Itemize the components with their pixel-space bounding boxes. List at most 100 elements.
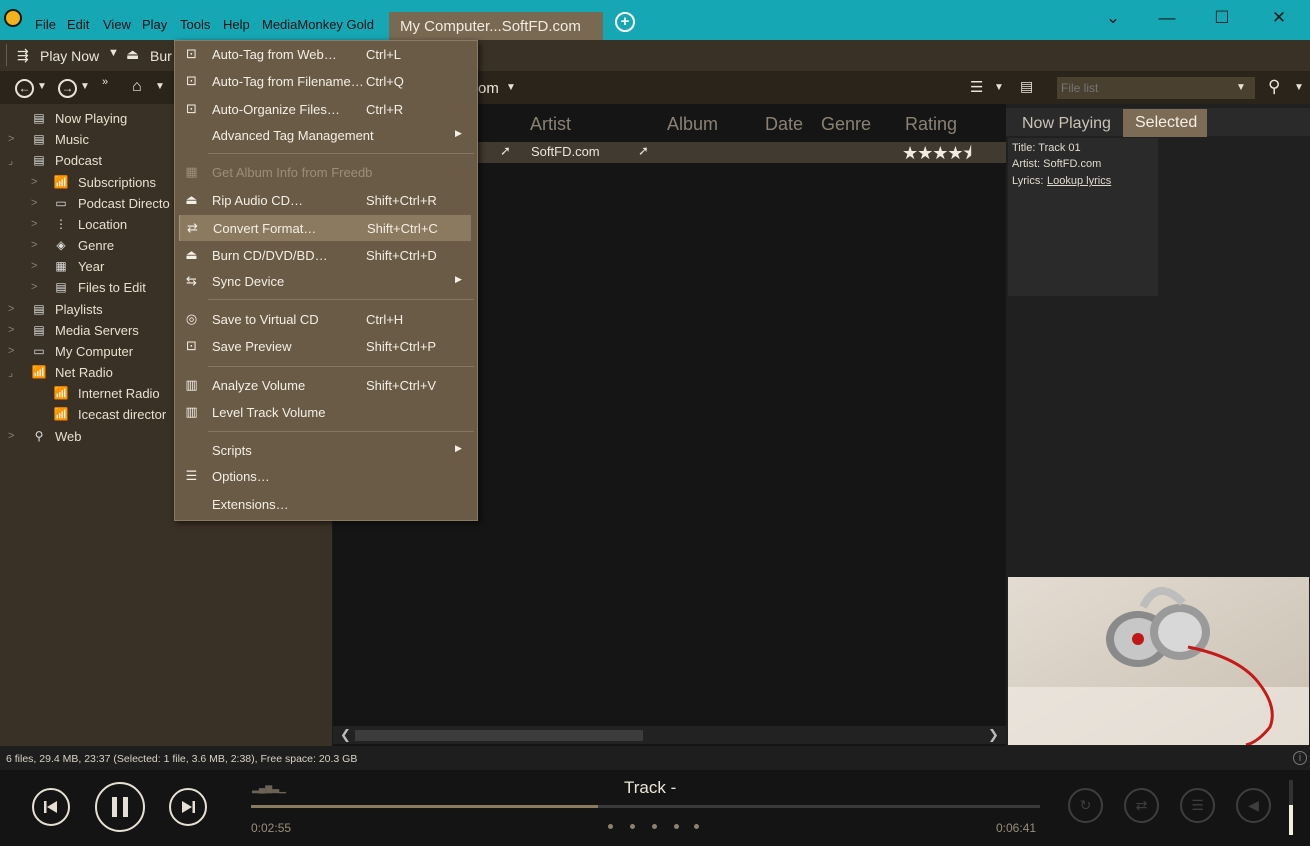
file-list-search-input[interactable] — [1057, 77, 1255, 99]
expand-chevron-icon[interactable]: > — [31, 176, 43, 188]
search-icon[interactable]: ⚲ — [1268, 77, 1280, 97]
tree-item-label: Web — [55, 429, 82, 444]
page-dot[interactable] — [652, 824, 657, 829]
menu-mediamonkey-gold[interactable]: MediaMonkey Gold — [262, 17, 374, 32]
expand-chevron-icon[interactable]: > — [8, 133, 20, 145]
menu-item[interactable]: ▦ Get Album Info from Freedb — [175, 159, 477, 185]
menu-tools[interactable]: Tools — [180, 17, 210, 32]
close-button[interactable]: ✕ — [1264, 7, 1294, 31]
forward-button[interactable]: → — [58, 79, 77, 98]
volume-icon[interactable]: ◀ — [1236, 788, 1271, 823]
menu-item-label: Convert Format… — [213, 221, 317, 236]
menu-item[interactable]: ⊡ Auto-Organize Files… Ctrl+R — [175, 96, 477, 122]
expand-chevron-icon[interactable]: > — [31, 197, 43, 209]
expand-chevron-icon[interactable]: ⌟ — [8, 366, 20, 379]
equalizer-icon[interactable]: ▂▄▆▃▁ — [252, 783, 286, 794]
column-genre[interactable]: Genre — [821, 114, 871, 135]
lookup-lyrics-link[interactable]: Lookup lyrics — [1047, 175, 1111, 187]
info-icon[interactable]: i — [1293, 751, 1307, 765]
menu-item[interactable]: Extensions… — [175, 491, 477, 517]
chevron-down-icon[interactable]: ▼ — [1236, 82, 1246, 93]
page-dot[interactable] — [694, 824, 699, 829]
chevron-down-icon[interactable]: ▼ — [155, 81, 165, 92]
page-dot[interactable] — [674, 824, 679, 829]
breadcrumb[interactable]: om — [478, 80, 499, 97]
expand-chevron-icon[interactable]: ⌟ — [8, 154, 20, 167]
expand-chevron-icon[interactable]: > — [8, 324, 20, 336]
music-icon: ▤ — [33, 132, 45, 146]
playlists-icon: ▤ — [33, 302, 45, 316]
pause-button[interactable] — [95, 782, 145, 832]
menu-item[interactable]: Scripts ▶ — [175, 437, 477, 463]
column-rating[interactable]: Rating — [905, 114, 957, 135]
tab-selected[interactable]: Selected — [1123, 109, 1207, 137]
scroll-right-arrow-icon[interactable]: ❯ — [988, 727, 999, 743]
menu-help[interactable]: Help — [223, 17, 250, 32]
menu-item[interactable]: ⏏ Rip Audio CD… Shift+Ctrl+R — [175, 187, 477, 213]
shuffle-icon[interactable]: ⇄ — [1124, 788, 1159, 823]
expand-chevron-icon[interactable]: > — [8, 345, 20, 357]
view-list-icon[interactable]: ☰ — [970, 78, 983, 96]
now-playing-icon: ▤ — [33, 111, 45, 125]
scrollbar-thumb[interactable] — [355, 730, 643, 741]
scroll-left-arrow-icon[interactable]: ❮ — [340, 727, 351, 743]
menu-item[interactable]: ▥ Level Track Volume — [175, 399, 477, 425]
preview-icon: ⊡ — [186, 338, 197, 353]
menu-item[interactable]: ⊡ Auto-Tag from Web… Ctrl+L — [175, 41, 477, 67]
chevron-down-icon[interactable]: ▼ — [1294, 82, 1304, 93]
burn-button[interactable]: Bur — [150, 48, 172, 64]
chevron-down-icon[interactable]: ⌄ — [1098, 7, 1128, 31]
chevron-down-icon[interactable]: ▼ — [37, 81, 47, 92]
menu-edit[interactable]: Edit — [67, 17, 89, 32]
playlist-icon[interactable]: ☰ — [1180, 788, 1215, 823]
expand-chevron-icon[interactable]: > — [31, 218, 43, 230]
details-icon[interactable]: ▤ — [1020, 78, 1033, 95]
expand-chevron-icon[interactable]: > — [31, 260, 43, 272]
menu-item-label: Options… — [212, 469, 270, 484]
previous-button[interactable] — [32, 788, 70, 826]
mediamonkey-logo-icon[interactable] — [4, 9, 22, 27]
chevron-down-icon[interactable]: ▼ — [80, 81, 90, 92]
page-dot[interactable] — [608, 824, 613, 829]
menu-item[interactable]: ▥ Analyze Volume Shift+Ctrl+V — [175, 372, 477, 398]
column-album[interactable]: Album — [667, 114, 718, 135]
menu-item[interactable]: Advanced Tag Management ▶ — [175, 122, 477, 148]
maximize-button[interactable]: ☐ — [1207, 7, 1237, 31]
info-lyrics-label: Lyrics: — [1012, 175, 1044, 187]
menu-view[interactable]: View — [103, 17, 131, 32]
expand-chevron-icon[interactable]: > — [8, 303, 20, 315]
play-now-button[interactable]: Play Now — [40, 48, 99, 64]
menu-item[interactable]: ⏏ Burn CD/DVD/BD… Shift+Ctrl+D — [175, 242, 477, 268]
chevron-down-icon[interactable]: ▼ — [506, 82, 516, 93]
minimize-button[interactable]: — — [1152, 7, 1182, 31]
menu-item[interactable]: ⊡ Auto-Tag from Filename… Ctrl+Q — [175, 68, 477, 94]
expand-chevron-icon[interactable]: > — [31, 281, 43, 293]
column-artist[interactable]: Artist — [530, 114, 571, 135]
tab-now-playing[interactable]: Now Playing — [1022, 115, 1111, 133]
rating-stars[interactable]: ★★★★⯨ — [902, 141, 972, 171]
expand-chevron-icon[interactable]: > — [31, 239, 43, 251]
chevron-down-icon[interactable]: ▼ — [108, 47, 119, 59]
menu-item[interactable]: ⊡ Save Preview Shift+Ctrl+P — [175, 333, 477, 359]
chevron-down-icon[interactable]: ▼ — [994, 82, 1004, 93]
expand-chevron-icon[interactable]: > — [8, 430, 20, 442]
column-date[interactable]: Date — [765, 114, 803, 135]
tab-my-computer[interactable]: My Computer...SoftFD.com — [389, 12, 603, 40]
menu-item[interactable]: ⇆ Sync Device ▶ — [175, 268, 477, 294]
add-tab-button[interactable]: + — [615, 12, 635, 32]
back-button[interactable]: ← — [15, 79, 34, 98]
menu-item-label: Advanced Tag Management — [212, 128, 374, 143]
menu-item[interactable]: ◎ Save to Virtual CD Ctrl+H — [175, 306, 477, 332]
submenu-arrow-icon: ▶ — [455, 274, 462, 284]
tree-item-label: Podcast Directo — [78, 196, 170, 211]
menu-file[interactable]: File — [35, 17, 56, 32]
menu-item[interactable]: ⇄ Convert Format… Shift+Ctrl+C — [179, 215, 471, 241]
more-icon[interactable]: » — [102, 76, 108, 88]
next-button[interactable] — [169, 788, 207, 826]
home-icon[interactable]: ⌂ — [132, 78, 142, 96]
radio-icon: 📶 — [31, 365, 47, 379]
page-dot[interactable] — [630, 824, 635, 829]
menu-item[interactable]: ☰ Options… — [175, 463, 477, 489]
menu-play[interactable]: Play — [142, 17, 167, 32]
repeat-icon[interactable]: ↻ — [1068, 788, 1103, 823]
